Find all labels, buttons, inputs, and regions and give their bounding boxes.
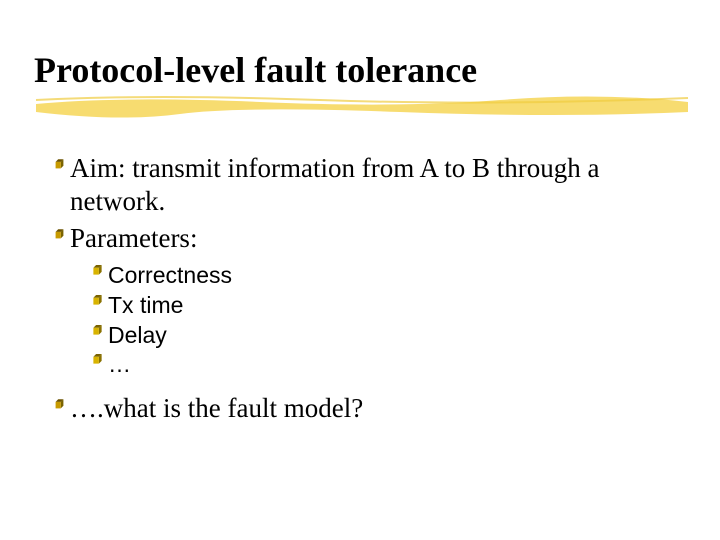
bullet-level1: Aim: transmit information from A to B th… <box>48 152 668 218</box>
sub-bullet-group: Correctness Tx time <box>86 261 668 381</box>
bullet-level2: Correctness <box>86 261 668 291</box>
sub-bullet-text: … <box>108 350 131 380</box>
bullet-level2: … <box>86 350 668 380</box>
bullet-text: ….what is the fault model? <box>70 392 363 425</box>
bullet-level2: Tx time <box>86 291 668 321</box>
sub-bullet-text: Delay <box>108 321 167 351</box>
slide-title: Protocol-level fault tolerance <box>34 52 477 90</box>
square-bullet-icon <box>86 350 108 365</box>
slide-body: Aim: transmit information from A to B th… <box>48 152 668 429</box>
cube-bullet-icon <box>48 222 70 241</box>
title-underline <box>0 90 720 114</box>
cube-bullet-icon <box>48 392 70 411</box>
bullet-level1: ….what is the fault model? <box>48 392 668 425</box>
bullet-text: Parameters: <box>70 222 197 255</box>
sub-bullet-text: Correctness <box>108 261 232 291</box>
sub-bullet-text: Tx time <box>108 291 183 321</box>
square-bullet-icon <box>86 261 108 276</box>
cube-bullet-icon <box>48 152 70 171</box>
bullet-text: Aim: transmit information from A to B th… <box>70 152 668 218</box>
bullet-level1: Parameters: <box>48 222 668 255</box>
slide: Protocol-level fault tolerance Aim: tran… <box>0 0 720 540</box>
title-block: Protocol-level fault tolerance <box>34 52 477 90</box>
square-bullet-icon <box>86 321 108 336</box>
square-bullet-icon <box>86 291 108 306</box>
bullet-level2: Delay <box>86 321 668 351</box>
